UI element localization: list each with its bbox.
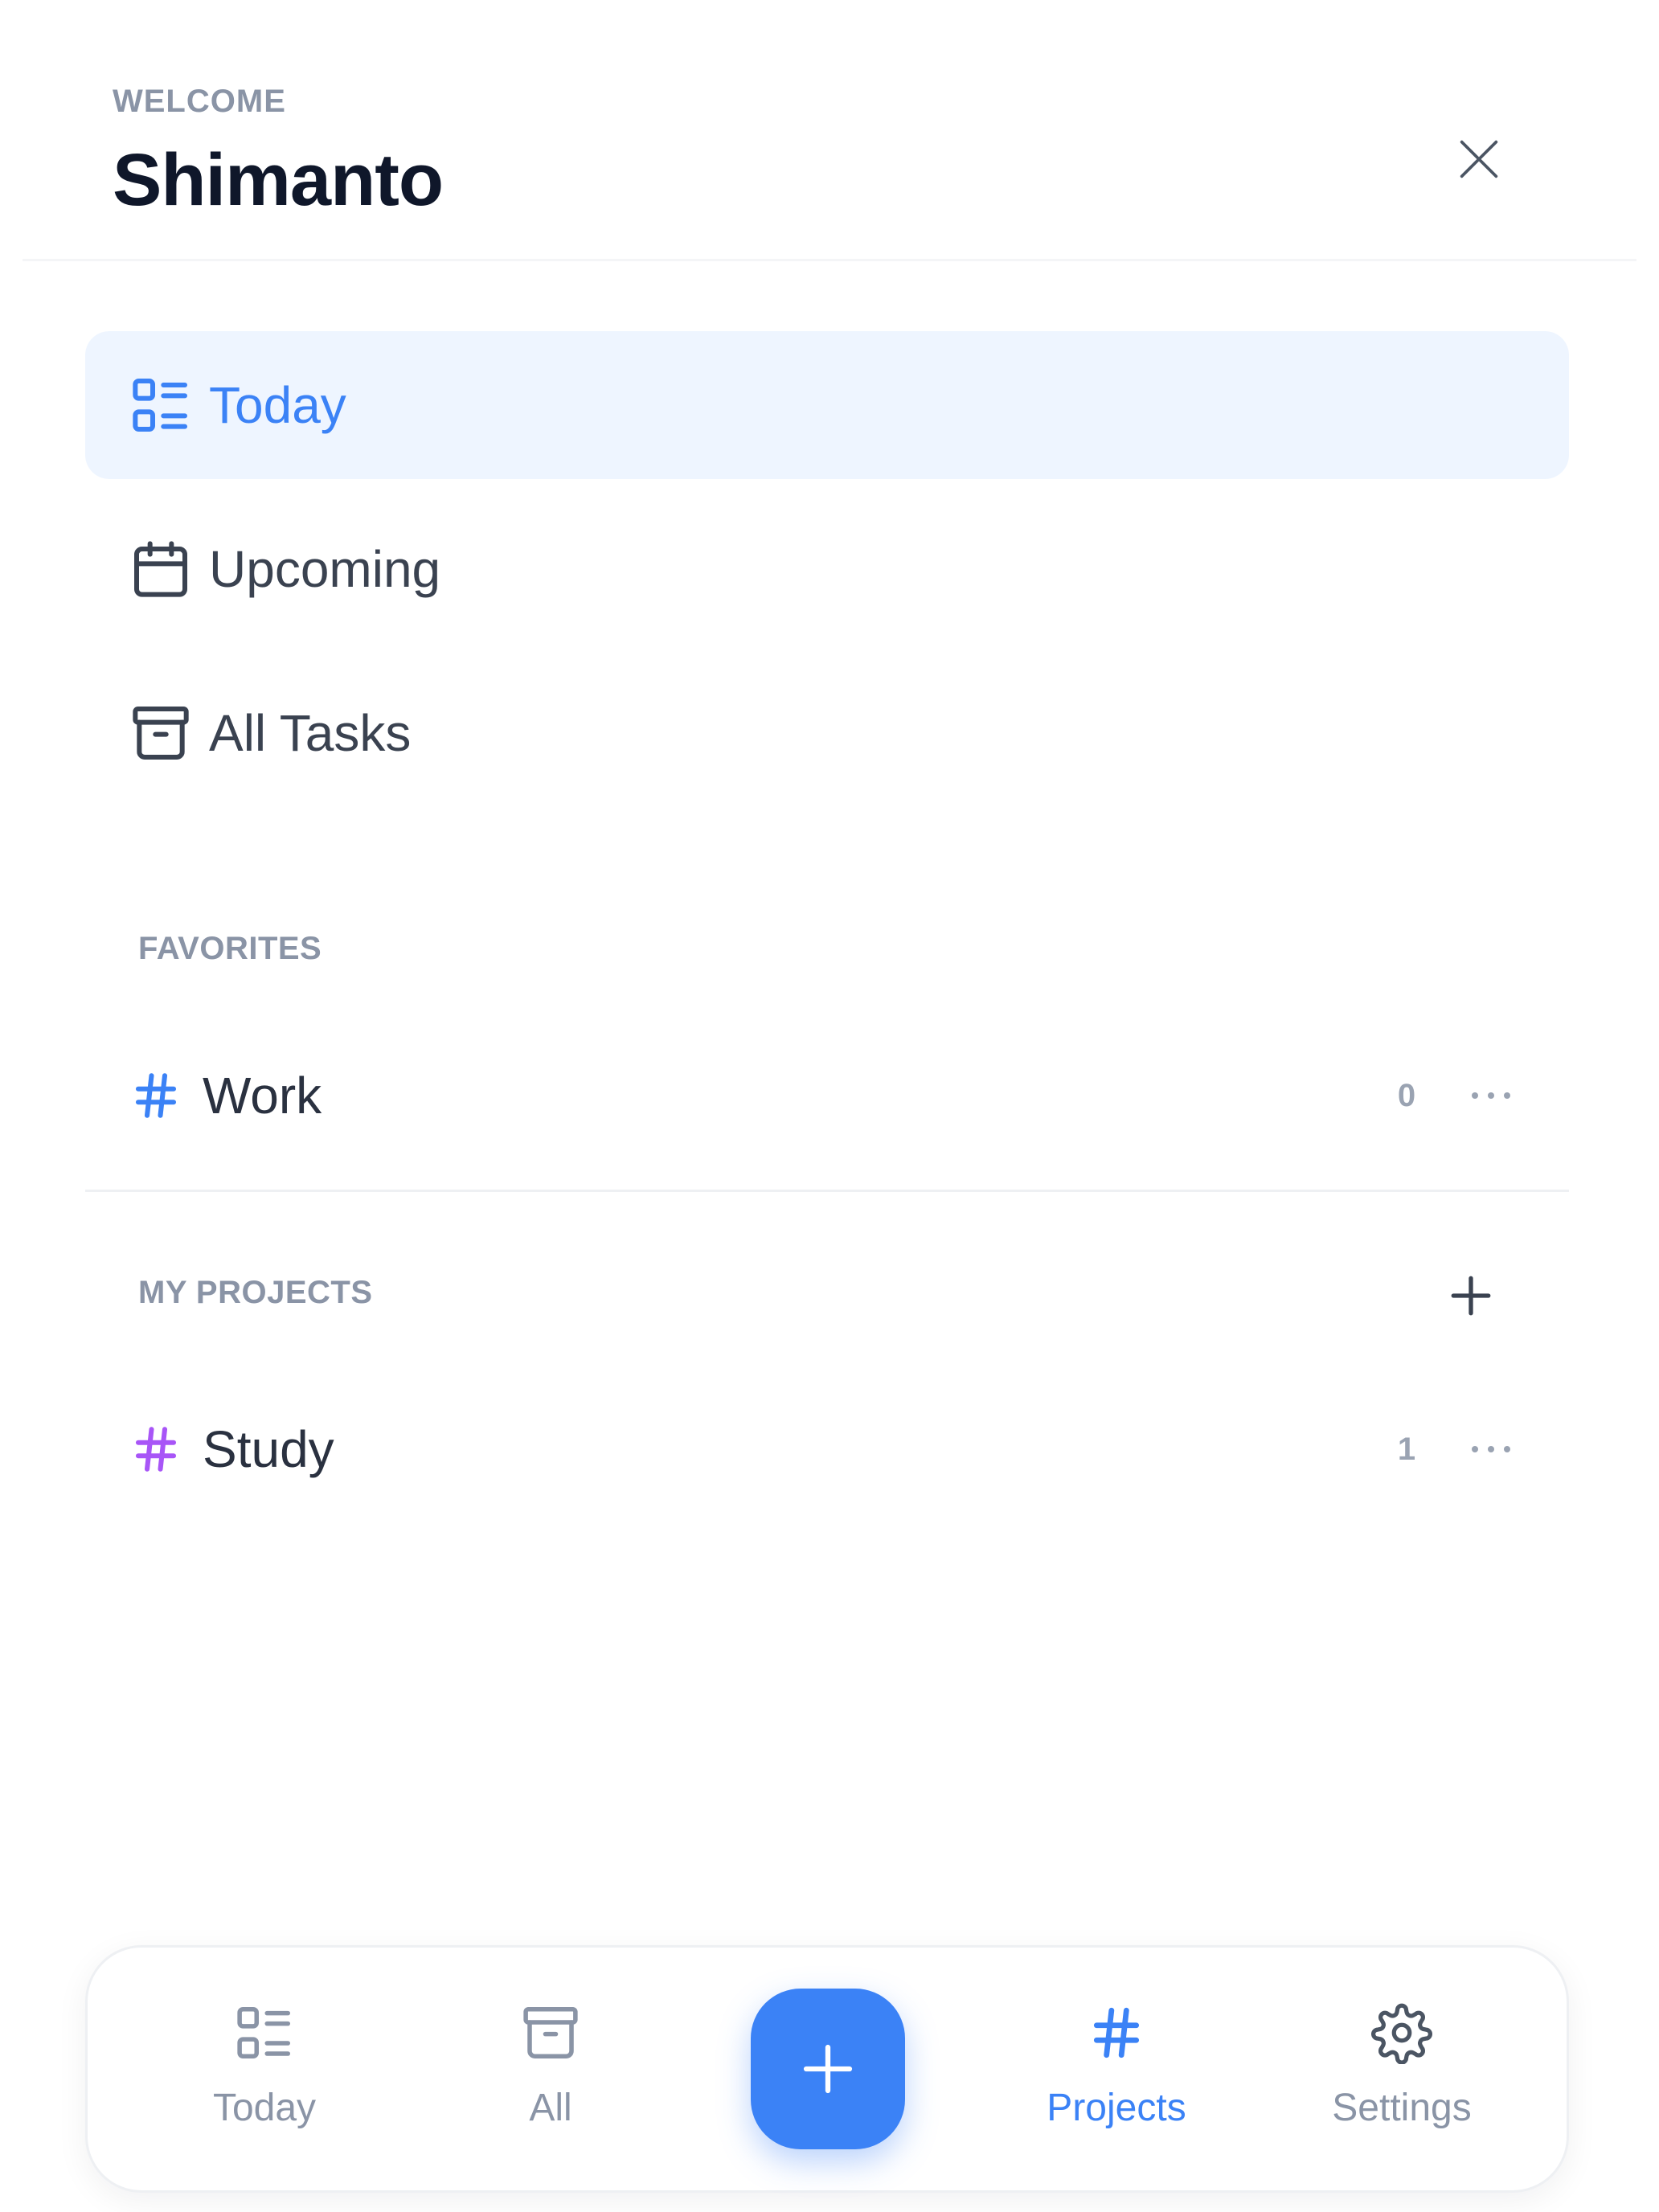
nav-item-today[interactable]: Today	[85, 331, 1569, 479]
tab-settings[interactable]: Settings	[1305, 1999, 1498, 2160]
list-grid-icon	[231, 1999, 298, 2067]
task-count: 0	[1397, 1077, 1416, 1113]
more-options-button[interactable]	[1455, 1425, 1527, 1473]
add-task-fab[interactable]	[751, 1989, 905, 2149]
hash-icon	[1083, 1999, 1150, 2067]
user-name: Shimanto	[113, 139, 444, 221]
task-count: 1	[1397, 1431, 1416, 1467]
nav-item-label: Upcoming	[209, 540, 441, 598]
favorites-section-title: FAVORITES	[138, 931, 322, 966]
nav-item-all-tasks[interactable]: All Tasks	[85, 659, 1569, 807]
nav-item-label: All Tasks	[209, 704, 412, 762]
section-divider	[85, 1190, 1569, 1192]
close-button[interactable]	[1447, 127, 1511, 191]
hash-icon	[127, 1069, 185, 1122]
tab-today[interactable]: Today	[168, 1999, 361, 2160]
ellipsis-icon	[1472, 1446, 1510, 1452]
nav-item-label: Today	[209, 376, 346, 434]
tab-all[interactable]: All	[454, 1999, 647, 2160]
archive-box-icon	[127, 699, 195, 767]
nav-item-upcoming[interactable]: Upcoming	[85, 495, 1569, 643]
add-project-button[interactable]	[1439, 1264, 1503, 1328]
tab-label: Projects	[1047, 2087, 1186, 2129]
plus-icon	[803, 2044, 853, 2094]
plus-icon	[1451, 1276, 1491, 1316]
hash-icon	[127, 1423, 185, 1476]
calendar-icon	[127, 535, 195, 603]
tab-label: Today	[212, 2087, 317, 2129]
ellipsis-icon	[1472, 1092, 1510, 1099]
close-icon	[1460, 140, 1498, 178]
tab-label: Settings	[1332, 2087, 1472, 2129]
header-divider	[23, 259, 1636, 261]
project-item-study[interactable]: Study 1	[85, 1389, 1569, 1509]
more-options-button[interactable]	[1455, 1071, 1527, 1120]
gear-icon	[1368, 1999, 1436, 2067]
project-name: Work	[203, 1067, 322, 1124]
archive-box-icon	[517, 1999, 584, 2067]
my-projects-section-title: MY PROJECTS	[138, 1275, 373, 1310]
tab-projects[interactable]: Projects	[1020, 1999, 1213, 2160]
favorite-item-work[interactable]: Work 0	[85, 1035, 1569, 1156]
welcome-label: WELCOME	[113, 84, 286, 119]
tab-label: All	[529, 2087, 572, 2129]
project-name: Study	[203, 1420, 334, 1478]
list-grid-icon	[127, 371, 195, 439]
